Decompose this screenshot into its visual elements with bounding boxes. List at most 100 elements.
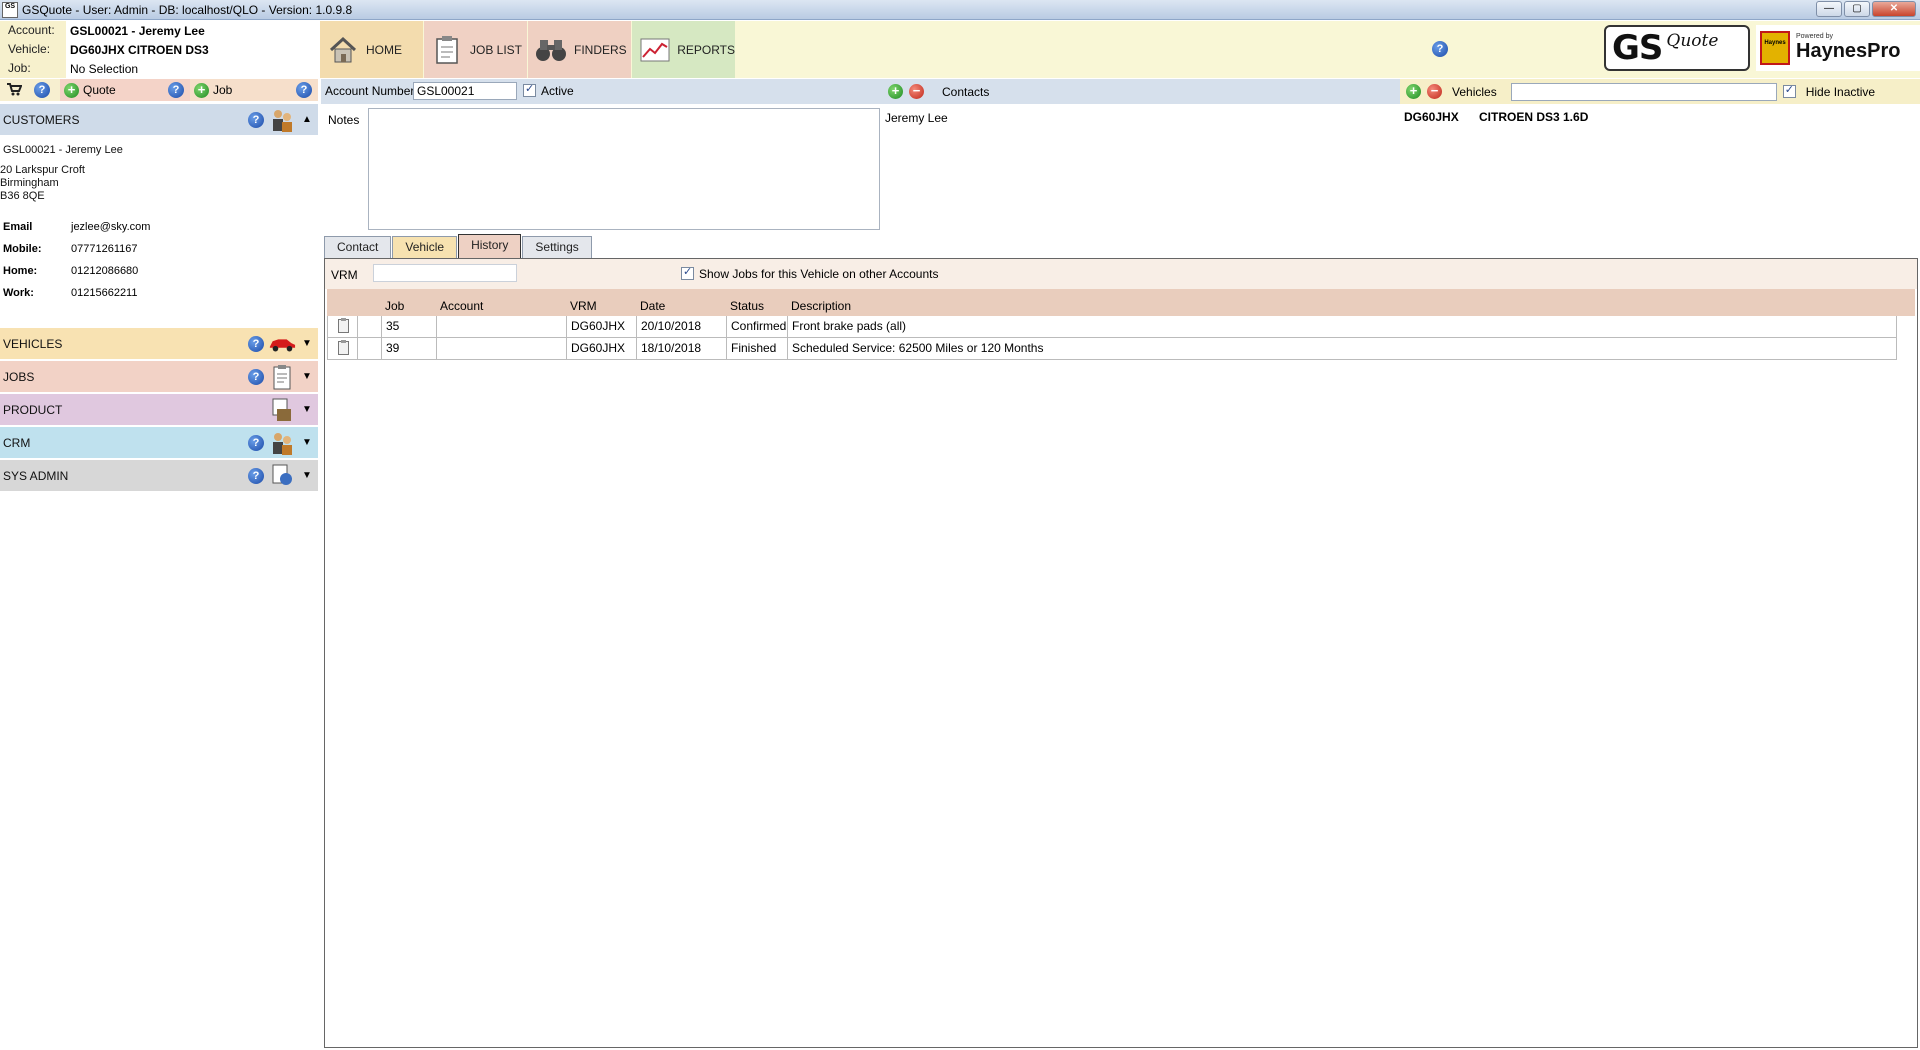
column-header-vrm[interactable]: VRM: [566, 299, 636, 313]
gsquote-logo: GS Quote: [1604, 25, 1750, 71]
tab-vehicle[interactable]: Vehicle: [392, 236, 458, 258]
context-job-value: No Selection: [70, 61, 139, 76]
clipboard-icon[interactable]: [338, 318, 349, 333]
column-header-job[interactable]: Job: [381, 299, 436, 313]
jobs-help-icon[interactable]: ?: [248, 368, 264, 385]
contact-value[interactable]: jezlee@sky.com: [71, 221, 150, 233]
contact-row-email: Email jezlee@sky.com: [3, 216, 150, 238]
sys-admin-section-header[interactable]: SYS ADMIN ? ▼: [0, 460, 318, 491]
nav-job-list-button[interactable]: JOB LIST: [424, 21, 527, 78]
expand-arrow-icon[interactable]: ▼: [300, 437, 314, 448]
vrm-input[interactable]: [373, 264, 517, 282]
haynespro-text: Powered by HaynesPro: [1796, 33, 1901, 63]
column-header-description[interactable]: Description: [787, 299, 1895, 313]
table-row[interactable]: 39 DG60JHX 18/10/2018 Finished Scheduled…: [327, 338, 1897, 360]
date-cell: 18/10/2018: [637, 338, 727, 359]
expand-arrow-icon[interactable]: ▼: [300, 371, 314, 382]
nav-finders-label: FINDERS: [574, 42, 627, 57]
sys-admin-help-icon[interactable]: ?: [248, 467, 264, 484]
account-cell: [437, 316, 567, 337]
contact-value: 01215662211: [71, 287, 138, 299]
customer-contacts: Email jezlee@sky.com Mobile: 07771261167…: [3, 216, 150, 304]
account-number-input[interactable]: GSL00021: [413, 82, 517, 100]
vrm-label: VRM: [331, 268, 358, 282]
contact-row-mobile: Mobile: 07771261167: [3, 238, 150, 260]
crm-people-icon: [268, 429, 296, 457]
nav-finders-button[interactable]: FINDERS: [528, 21, 631, 78]
cart-icon[interactable]: [6, 82, 23, 99]
quote-help-icon[interactable]: ?: [168, 82, 184, 98]
nav-job-list-label: JOB LIST: [470, 42, 523, 57]
add-contact-icon[interactable]: +: [888, 84, 903, 99]
expand-arrow-icon[interactable]: ▼: [300, 404, 314, 415]
table-row[interactable]: 35 DG60JHX 20/10/2018 Confirmed Front br…: [327, 316, 1897, 338]
clipboard-icon[interactable]: [338, 340, 349, 355]
minimize-icon[interactable]: —: [1816, 1, 1842, 17]
nav-reports-label: REPORTS: [677, 42, 735, 57]
remove-contact-icon[interactable]: −: [909, 84, 924, 99]
context-account-value: GSL00021 - Jeremy Lee: [70, 23, 205, 38]
contact-label: Home:: [3, 265, 38, 277]
contacts-label: Contacts: [942, 84, 990, 99]
vehicles-section-header[interactable]: VEHICLES ? ▼: [0, 328, 318, 359]
vehicles-help-icon[interactable]: ?: [248, 335, 264, 352]
address-line: B36 8QE: [0, 190, 45, 202]
job-help-icon[interactable]: ?: [296, 82, 312, 98]
hide-inactive-checkbox[interactable]: [1782, 83, 1796, 98]
show-other-accounts-checkbox[interactable]: [681, 265, 694, 280]
notes-textarea[interactable]: [368, 108, 880, 230]
maximize-icon[interactable]: ▢: [1844, 1, 1870, 17]
vehicles-label: Vehicles: [1452, 84, 1497, 99]
context-info: Account: GSL00021 - Jeremy Lee Vehicle: …: [0, 21, 318, 79]
tab-settings[interactable]: Settings: [522, 236, 592, 258]
new-job-button[interactable]: + Job ?: [190, 79, 318, 101]
cart-help-icon[interactable]: ?: [34, 82, 50, 98]
add-job-icon: +: [194, 82, 209, 98]
new-job-label: Job: [213, 83, 233, 97]
vrm-cell: DG60JHX: [567, 338, 637, 359]
crm-section-header[interactable]: CRM ? ▼: [0, 427, 318, 458]
admin-icon: [268, 462, 296, 490]
tab-contact[interactable]: Contact: [324, 236, 392, 258]
row-open-cell[interactable]: [328, 316, 358, 337]
close-icon[interactable]: ✕: [1872, 1, 1916, 17]
address-line: 20 Larkspur Croft: [0, 164, 85, 176]
collapse-arrow-icon[interactable]: ▲: [300, 114, 314, 125]
expand-arrow-icon[interactable]: ▼: [300, 338, 314, 349]
description-cell: Scheduled Service: 62500 Miles or 120 Mo…: [792, 341, 1044, 355]
vehicle-list-reg[interactable]: DG60JHX: [1404, 110, 1459, 124]
address-line: Birmingham: [0, 177, 59, 189]
haynespro-wordmark: HaynesPro: [1796, 40, 1901, 62]
clipboard-icon: [430, 33, 464, 67]
column-header-date[interactable]: Date: [636, 299, 726, 313]
customers-help-icon[interactable]: ?: [248, 111, 264, 128]
active-label: Active: [541, 84, 574, 98]
nav-home-button[interactable]: HOME: [320, 21, 423, 78]
active-checkbox[interactable]: [523, 82, 536, 97]
row-open-cell[interactable]: [328, 338, 358, 359]
expand-arrow-icon[interactable]: ▼: [300, 470, 314, 481]
add-vehicle-icon[interactable]: +: [1406, 84, 1421, 99]
detail-tabs: Contact Vehicle History Settings: [324, 234, 593, 258]
product-section-header[interactable]: PRODUCT ▼: [0, 394, 318, 425]
nav-reports-button[interactable]: REPORTS: [632, 21, 735, 78]
customers-section-header[interactable]: CUSTOMERS ? ▲: [0, 104, 318, 135]
status-cell: Finished: [727, 338, 788, 359]
jobs-section-header[interactable]: JOBS ? ▼: [0, 361, 318, 392]
column-header-status[interactable]: Status: [726, 299, 787, 313]
job-cell: 39: [382, 338, 437, 359]
new-quote-button[interactable]: + Quote ?: [60, 79, 190, 101]
customer-details: GSL00021 - Jeremy Lee 20 Larkspur Croft …: [0, 144, 318, 203]
tab-history[interactable]: History: [458, 234, 522, 258]
remove-vehicle-icon[interactable]: −: [1427, 84, 1442, 99]
account-cell: [437, 338, 567, 359]
vehicle-list-description[interactable]: CITROEN DS3 1.6D: [1479, 110, 1588, 124]
banner-help-icon[interactable]: ?: [1432, 41, 1448, 57]
add-quote-icon: +: [64, 82, 79, 98]
contact-list-item[interactable]: Jeremy Lee: [885, 111, 948, 125]
crm-help-icon[interactable]: ?: [248, 434, 264, 451]
cart-segment: ?: [0, 79, 60, 101]
column-header-account[interactable]: Account: [436, 299, 566, 313]
nav-home-label: HOME: [366, 42, 402, 57]
vehicles-search-input[interactable]: [1510, 82, 1777, 101]
